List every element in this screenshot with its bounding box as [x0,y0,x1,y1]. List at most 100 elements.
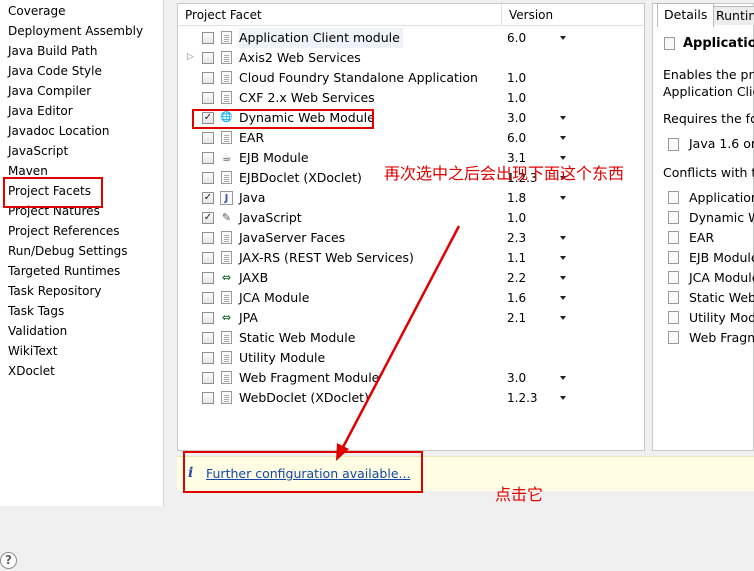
table-row[interactable]: Web Fragment Module 3.0 [178,368,644,388]
facet-checkbox[interactable] [202,72,214,84]
nav-item-run-debug-settings[interactable]: Run/Debug Settings [8,241,128,261]
jaxb-icon: ⇔ [221,271,232,284]
table-row[interactable]: EAR 6.0 [178,128,644,148]
nav-item-java-code-style[interactable]: Java Code Style [8,61,102,81]
nav-item-task-tags[interactable]: Task Tags [8,301,64,321]
table-row[interactable]: WebDoclet (XDoclet) 1.2.3 [178,388,644,408]
facet-checkbox[interactable] [202,132,214,144]
facet-version[interactable]: 2.1 [507,308,526,328]
facet-version[interactable]: 1.6 [507,288,526,308]
tab-runtimes[interactable]: Runtim [709,6,754,25]
nav-item-deployment-assembly[interactable]: Deployment Assembly [8,21,143,41]
nav-item-javadoc-location[interactable]: Javadoc Location [8,121,109,141]
facet-version[interactable]: 3.0 [507,108,526,128]
table-row[interactable]: ⇔ JPA 2.1 [178,308,644,328]
table-row[interactable]: Application Client module 6.0 [178,28,644,48]
facet-checkbox[interactable] [202,52,214,64]
version-dropdown-arrow-icon[interactable] [560,276,566,280]
conflicts-label: Conflicts with th [663,165,754,180]
facet-checkbox[interactable]: ✓ [202,212,214,224]
help-icon[interactable]: ? [0,552,17,569]
tab-details[interactable]: Details [657,3,715,27]
facet-checkbox[interactable] [202,252,214,264]
table-row[interactable]: JavaServer Faces 2.3 [178,228,644,248]
facet-name: Axis2 Web Services [239,50,361,65]
version-dropdown-arrow-icon[interactable] [560,376,566,380]
facet-checkbox[interactable] [202,292,214,304]
table-row[interactable]: JAX-RS (REST Web Services) 1.1 [178,248,644,268]
version-dropdown-arrow-icon[interactable] [560,256,566,260]
facet-checkbox[interactable]: ✓ [202,192,214,204]
facet-version[interactable]: 1.2.3 [507,388,538,408]
nav-item-coverage[interactable]: Coverage [8,1,66,21]
table-row[interactable]: ▷ Axis2 Web Services [178,48,644,68]
table-row[interactable]: Utility Module [178,348,644,368]
facet-version[interactable]: 6.0 [507,28,526,48]
nav-item-project-facets[interactable]: Project Facets [8,181,91,201]
table-row[interactable]: ✓ ✎ JavaScript 1.0 [178,208,644,228]
facet-checkbox[interactable] [202,312,214,324]
facet-version: 1.0 [507,91,527,105]
document-icon [668,251,679,264]
facet-version[interactable]: 1.8 [507,188,526,208]
facet-checkbox[interactable] [202,372,214,384]
column-header-version[interactable]: Version [502,4,644,26]
facet-name: Web Fragment Module [239,370,380,385]
table-row[interactable]: ⇔ JAXB 2.2 [178,268,644,288]
nav-item-targeted-runtimes[interactable]: Targeted Runtimes [8,261,120,281]
facet-checkbox[interactable]: ✓ [202,112,214,124]
table-row[interactable]: Static Web Module [178,328,644,348]
facet-version: 1.0 [507,211,527,225]
facet-checkbox[interactable] [202,92,214,104]
facet-name: JAX-RS (REST Web Services) [239,250,414,265]
version-dropdown-arrow-icon[interactable] [560,36,566,40]
facet-version[interactable]: 1.1 [507,248,526,268]
facet-version[interactable]: 3.0 [507,368,526,388]
project-facets-table: Project Facet Version Application Client… [177,3,645,451]
table-row[interactable]: ✓ 🌐 Dynamic Web Module 3.0 [178,108,644,128]
table-row[interactable]: ✓ J Java 1.8 [178,188,644,208]
version-dropdown-arrow-icon[interactable] [560,196,566,200]
document-icon [221,391,232,404]
facet-checkbox[interactable] [202,172,214,184]
facet-version[interactable]: 6.0 [507,128,526,148]
nav-item-java-compiler[interactable]: Java Compiler [8,81,91,101]
nav-item-project-natures[interactable]: Project Natures [8,201,100,221]
table-row[interactable]: CXF 2.x Web Services 1.0 [178,88,644,108]
conflict-item: Application [689,190,754,205]
version-dropdown-arrow-icon[interactable] [560,296,566,300]
version-dropdown-arrow-icon[interactable] [560,136,566,140]
facet-checkbox[interactable] [202,232,214,244]
nav-item-xdoclet[interactable]: XDoclet [8,361,55,381]
facet-version[interactable]: 2.2 [507,268,526,288]
facet-checkbox[interactable] [202,32,214,44]
facet-checkbox[interactable] [202,332,214,344]
facet-checkbox[interactable] [202,272,214,284]
nav-item-task-repository[interactable]: Task Repository [8,281,102,301]
facet-version[interactable]: 2.3 [507,228,526,248]
column-header-project-facet[interactable]: Project Facet [178,4,502,26]
nav-item-wikitext[interactable]: WikiText [8,341,58,361]
version-dropdown-arrow-icon[interactable] [560,396,566,400]
facet-checkbox[interactable] [202,392,214,404]
version-dropdown-arrow-icon[interactable] [560,316,566,320]
nav-item-java-build-path[interactable]: Java Build Path [8,41,97,61]
document-icon [668,271,679,284]
version-dropdown-arrow-icon[interactable] [560,236,566,240]
expand-arrow-icon[interactable]: ▷ [187,52,195,63]
facet-name: EJBDoclet (XDoclet) [239,170,362,185]
properties-nav: Coverage Deployment Assembly Java Build … [0,0,164,506]
further-configuration-link[interactable]: Further configuration available... [206,466,410,481]
version-dropdown-arrow-icon[interactable] [560,116,566,120]
facet-checkbox[interactable] [202,352,214,364]
jpa-icon: ⇔ [221,311,232,324]
table-row[interactable]: JCA Module 1.6 [178,288,644,308]
nav-item-java-editor[interactable]: Java Editor [8,101,73,121]
facet-checkbox[interactable] [202,152,214,164]
nav-item-maven[interactable]: Maven [8,161,48,181]
nav-item-validation[interactable]: Validation [8,321,67,341]
document-icon [221,331,232,344]
nav-item-project-references[interactable]: Project References [8,221,120,241]
nav-item-javascript[interactable]: JavaScript [8,141,68,161]
table-row[interactable]: Cloud Foundry Standalone Application 1.0 [178,68,644,88]
